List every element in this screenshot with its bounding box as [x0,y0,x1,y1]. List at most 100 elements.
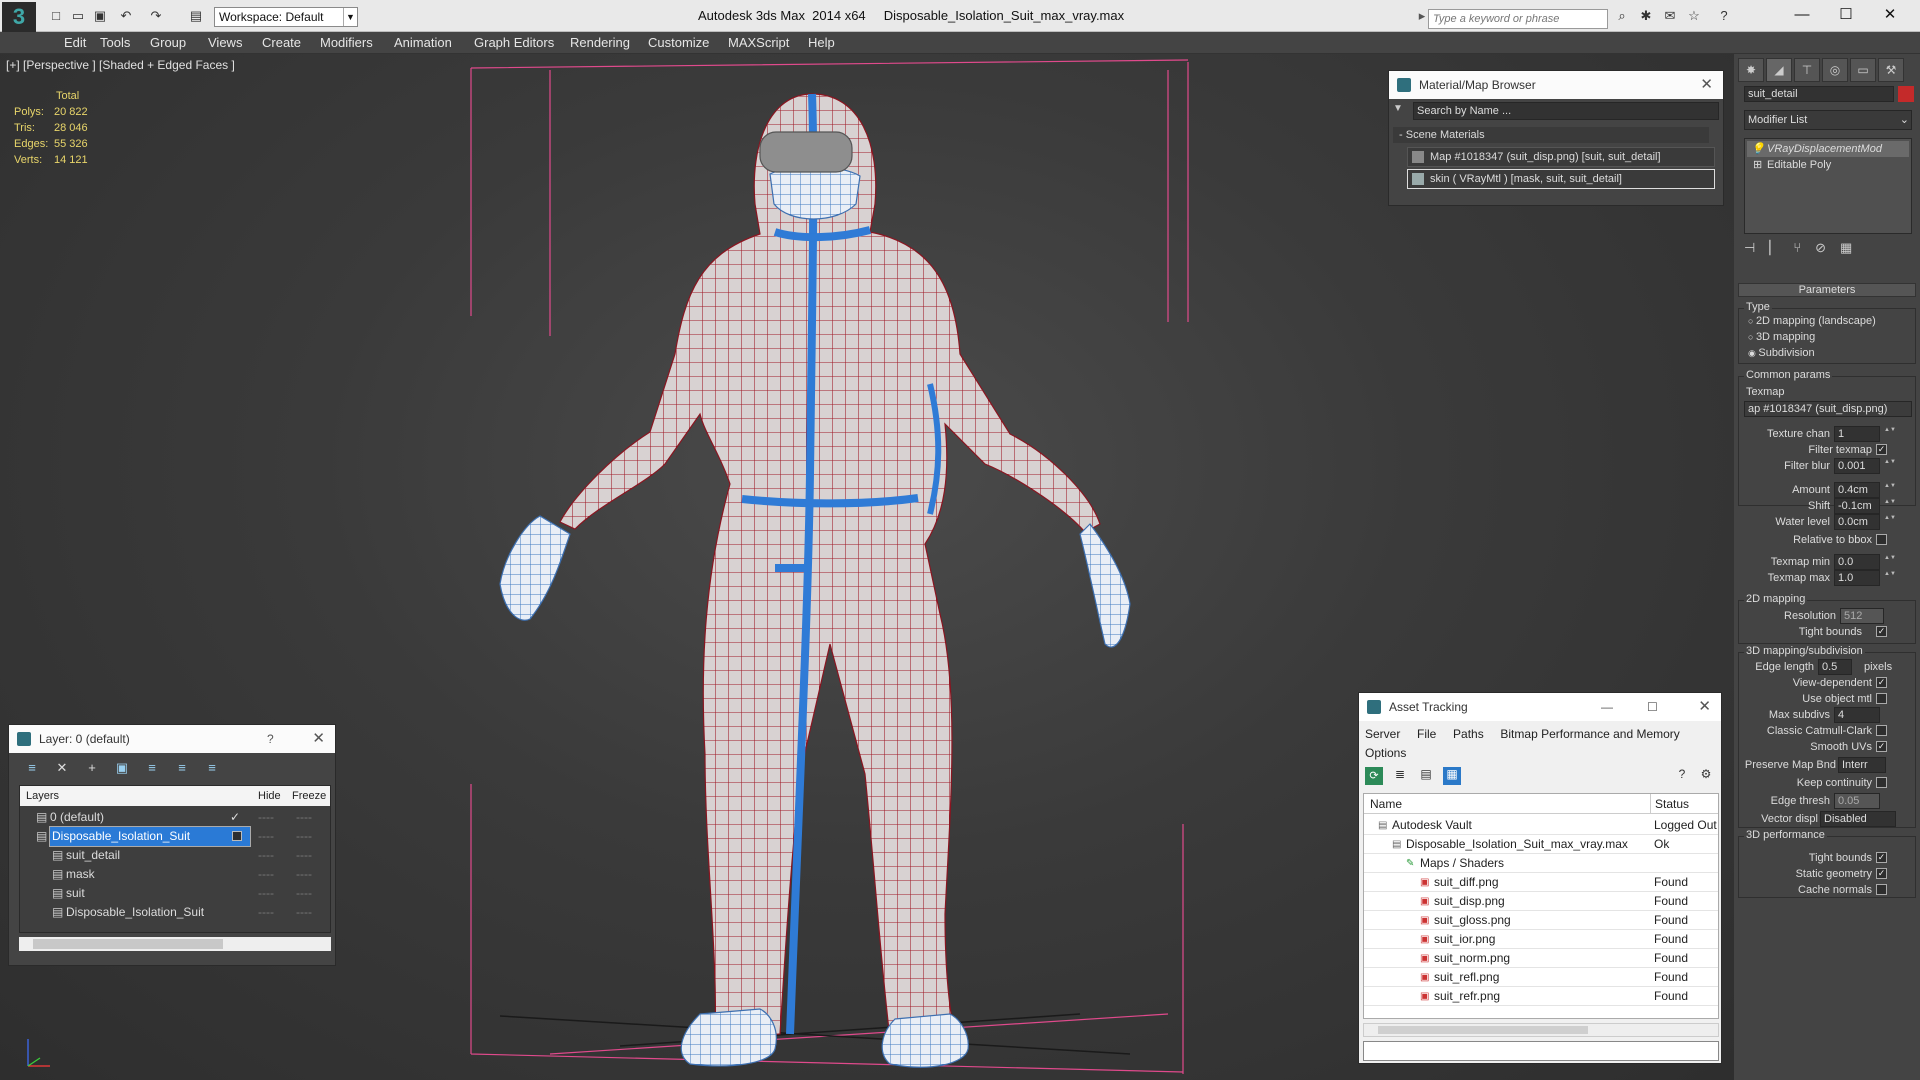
refresh-icon[interactable]: ⟳ [1365,767,1383,785]
param-field[interactable]: 0.4cm [1834,482,1880,498]
spinner-icon[interactable]: ▲▼ [1884,570,1896,586]
asset-row[interactable]: ▣ suit_ior.png Found [1364,930,1718,949]
freeze-toggle-icon[interactable]: ---- [296,846,312,865]
maximize-icon[interactable]: ☐ [1647,693,1658,721]
current-layer-checkbox[interactable] [232,831,242,841]
object-color-swatch[interactable] [1898,86,1914,102]
menu-tools[interactable]: Tools [100,35,130,50]
menu-help[interactable]: Help [808,35,835,50]
freeze-toggle-icon[interactable]: ---- [296,884,312,903]
type-radio-option[interactable]: ◉ Subdivision [1748,347,1815,359]
menu-maxscript[interactable]: MAXScript [728,35,789,50]
menu-group[interactable]: Group [150,35,186,50]
type-radio-option[interactable]: ○ 3D mapping [1748,331,1815,343]
select-objects-icon[interactable]: ▣ [113,759,131,777]
modifier-list-dropdown[interactable]: Modifier List ⌄ [1744,110,1912,130]
smooth-uvs-checkbox[interactable]: ✓ [1876,741,1887,752]
hide-toggle-icon[interactable]: ---- [258,827,274,846]
static-geometry-checkbox[interactable]: ✓ [1876,868,1887,879]
project-folder-icon[interactable]: ▤ [188,8,204,24]
favorites-star-icon[interactable]: ☆ [1686,8,1702,24]
radio-icon[interactable]: ○ [1748,316,1756,326]
stack-tools[interactable]: ⊣▏⑂⊘▦ [1744,240,1912,258]
asset-scrollbar[interactable] [1363,1023,1719,1037]
asset-path-field[interactable] [1363,1041,1719,1061]
create-tab-icon[interactable]: ✸ [1738,58,1764,82]
current-layer-check-icon[interactable]: ✓ [230,808,240,827]
param-field[interactable]: 0.001 [1834,458,1880,474]
freeze-toggle-icon[interactable]: ---- [296,865,312,884]
material-item[interactable]: skin ( VRayMtl ) [mask, suit, suit_detai… [1407,169,1715,189]
help-icon[interactable]: ? [1716,8,1732,24]
cache-normals-checkbox[interactable] [1876,884,1887,895]
binoculars-icon[interactable]: ⌕ [1614,8,1630,24]
material-browser-title-bar[interactable]: Material/Map Browser ✕ [1389,71,1723,99]
asset-menu-bitmap[interactable]: Bitmap Performance and Memory [1500,727,1679,741]
asset-row[interactable]: ▤ Autodesk Vault Logged Out [1364,816,1718,835]
param-checkbox[interactable] [1876,534,1887,545]
thumbnail-view-icon[interactable]: ▤ [1417,767,1435,785]
param-field[interactable]: 1.0 [1834,570,1880,586]
minimize-icon[interactable]: — [1601,693,1613,721]
help-icon[interactable]: ? [1673,767,1691,785]
subscription-icon[interactable]: ✱ [1638,8,1654,24]
hide-toggle-icon[interactable]: ---- [258,846,274,865]
param-field[interactable]: 0.0 [1834,554,1880,570]
scrollbar-thumb[interactable] [33,939,223,949]
spinner-icon[interactable]: ▲▼ [1884,458,1896,474]
search-input[interactable]: Type a keyword or phrase [1428,9,1608,29]
modify-tab-icon[interactable]: ◢ [1766,58,1792,82]
view-dependent-checkbox[interactable]: ✓ [1876,677,1887,688]
layer-row[interactable]: ▤ mask ---- ---- [20,865,330,884]
hide-toggle-icon[interactable]: ---- [258,865,274,884]
spinner-icon[interactable]: ▲▼ [1884,514,1896,530]
redo-icon[interactable]: ↷ [148,8,164,24]
tight-bounds-checkbox[interactable]: ✓ [1876,852,1887,863]
delete-layer-icon[interactable]: ✕ [53,759,71,777]
scene-materials-header[interactable]: - Scene Materials [1393,127,1709,143]
asset-row[interactable]: ✎ Maps / Shaders [1364,854,1718,873]
param-field[interactable]: 0.0cm [1834,514,1880,530]
edge-length-field[interactable]: 0.5 [1818,659,1852,675]
display-tab-icon[interactable]: ▭ [1850,58,1876,82]
layer-row[interactable]: ▤ 0 (default) ---- ---- ✓ [20,808,330,827]
use-object-mtl-checkbox[interactable] [1876,693,1887,704]
asset-menu-server[interactable]: Server [1365,727,1400,741]
type-radio-option[interactable]: ○ 2D mapping (landscape) [1748,315,1876,327]
vector-displ-dropdown[interactable]: Disabled [1820,811,1896,827]
name-column-header[interactable]: Name [1370,794,1402,814]
menu-rendering[interactable]: Rendering [570,35,630,50]
layers-column-header[interactable]: Layers [26,786,59,806]
status-column-header[interactable]: Status [1650,794,1689,814]
hierarchy-tab-icon[interactable]: ⊤ [1794,58,1820,82]
hide-toggle-icon[interactable]: ---- [258,808,274,827]
asset-menu-paths[interactable]: Paths [1453,727,1484,741]
add-to-layer-icon[interactable]: + [83,759,101,777]
freeze-toggle-icon[interactable]: ---- [296,903,312,922]
texmap-button[interactable]: ap #1018347 (suit_disp.png) [1744,401,1912,417]
parameters-rollout-header[interactable]: Parameters [1738,283,1916,297]
resolution-field[interactable]: 512 [1840,608,1884,624]
asset-menu-options[interactable]: Options [1365,746,1406,760]
close-button[interactable]: ✕ [1870,4,1910,26]
close-icon[interactable]: ✕ [1700,71,1713,99]
freeze-toggle-icon[interactable]: ---- [296,808,312,827]
new-file-icon[interactable]: □ [48,8,64,24]
menu-animation[interactable]: Animation [394,35,452,50]
menu-create[interactable]: Create [262,35,301,50]
asset-row[interactable]: ▤ Disposable_Isolation_Suit_max_vray.max O… [1364,835,1718,854]
spinner-icon[interactable]: ▲▼ [1884,554,1896,570]
asset-row[interactable]: ▣ suit_norm.png Found [1364,949,1718,968]
filter-icon[interactable]: ▼ [1393,103,1405,115]
menu-edit[interactable]: Edit [64,35,86,50]
communication-icon[interactable]: ✉ [1662,8,1678,24]
asset-row[interactable]: ▣ suit_disp.png Found [1364,892,1718,911]
material-search-input[interactable]: Search by Name ... [1413,102,1719,120]
scrollbar-thumb[interactable] [1378,1026,1588,1034]
spinner-icon[interactable]: ▲▼ [1884,498,1896,514]
radio-icon[interactable]: ◉ [1748,348,1758,358]
close-icon[interactable]: ✕ [312,725,325,753]
param-field[interactable]: -0.1cm [1834,498,1880,514]
edge-thresh-field[interactable]: 0.05 [1834,793,1880,809]
close-icon[interactable]: ✕ [1698,693,1711,721]
